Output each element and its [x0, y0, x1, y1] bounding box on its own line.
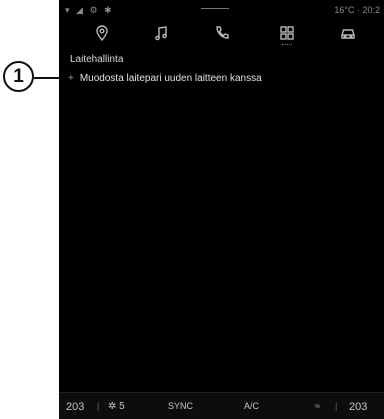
- phone-icon[interactable]: [212, 23, 232, 43]
- status-icons: ▾ ◢ ⚙ ✱: [65, 5, 114, 15]
- callout-number: 1: [13, 65, 24, 87]
- fan-icon: ✲: [108, 401, 117, 412]
- page-title: Laitehallinta: [70, 54, 124, 65]
- climate-bar: 203 | ✲ 5 SYNC A/C ≈ | 203: [59, 392, 384, 419]
- footer-separator: |: [97, 401, 100, 411]
- music-note-icon[interactable]: [152, 23, 172, 43]
- rear-defrost-icon[interactable]: ≈: [315, 401, 320, 411]
- status-right: 16°C · 20:2: [334, 5, 380, 15]
- apps-grid-icon[interactable]: [277, 23, 297, 43]
- right-temperature[interactable]: 203: [349, 401, 367, 413]
- footer-separator: |: [335, 401, 338, 411]
- car-icon[interactable]: [338, 23, 358, 43]
- location-pin-icon[interactable]: [92, 23, 112, 43]
- add-icon: +: [68, 73, 74, 84]
- active-tab-indicator: [282, 44, 292, 47]
- outside-temperature: 16°C: [334, 5, 355, 15]
- status-handle[interactable]: [201, 8, 229, 9]
- fan-control[interactable]: ✲ 5: [108, 401, 125, 412]
- infotainment-screen: ▾ ◢ ⚙ ✱ 16°C · 20:2 Laitehallinta + Muodo…: [59, 0, 384, 419]
- fan-speed: 5: [119, 401, 125, 412]
- pair-new-device-label: Muodosta laitepari uuden laitteen kanssa: [79, 73, 262, 84]
- status-bar: ▾ ◢ ⚙ ✱ 16°C · 20:2: [59, 0, 384, 18]
- sync-button[interactable]: SYNC: [168, 401, 193, 411]
- callout-leader-line: [34, 77, 59, 79]
- top-navigation: [59, 20, 384, 48]
- callout-marker-1: 1: [3, 61, 34, 92]
- pair-new-device-item[interactable]: + Muodosta laitepari uuden laitteen kanss…: [68, 73, 262, 84]
- ac-button[interactable]: A/C: [244, 401, 259, 411]
- clock: 20:2: [362, 5, 380, 15]
- left-temperature[interactable]: 203: [66, 401, 84, 413]
